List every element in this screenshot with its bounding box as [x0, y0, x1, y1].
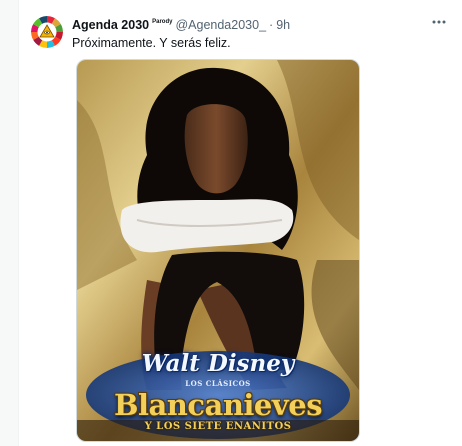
separator-dot: · [269, 18, 274, 32]
parody-badge: Parody [152, 19, 173, 25]
user-handle[interactable]: @Agenda2030_ [175, 18, 266, 32]
poster-collection: LOS CLÁSICOS [185, 379, 251, 388]
display-name[interactable]: Agenda 2030 [72, 18, 149, 32]
agenda-2030-logo-icon [31, 16, 63, 48]
tweet-header: Agenda 2030 Parody @Agenda2030_ · 9h [72, 17, 290, 33]
poster-brand: Walt Disney [141, 350, 295, 377]
more-options-button[interactable] [429, 14, 449, 30]
poster-subtitle: Y LOS SIETE ENANITOS [144, 421, 292, 432]
tweet-text: Próximamente. Y serás feliz. [72, 36, 231, 50]
poster-title: Blancanieves [113, 388, 323, 422]
tweet-card[interactable]: Agenda 2030 Parody @Agenda2030_ · 9h Pró… [18, 0, 462, 446]
tweet-media-image[interactable]: Walt Disney LOS CLÁSICOS Blancanieves Y … [76, 59, 360, 442]
timestamp[interactable]: 9h [276, 18, 290, 32]
avatar[interactable] [31, 16, 63, 48]
more-horizontal-icon [432, 20, 446, 24]
